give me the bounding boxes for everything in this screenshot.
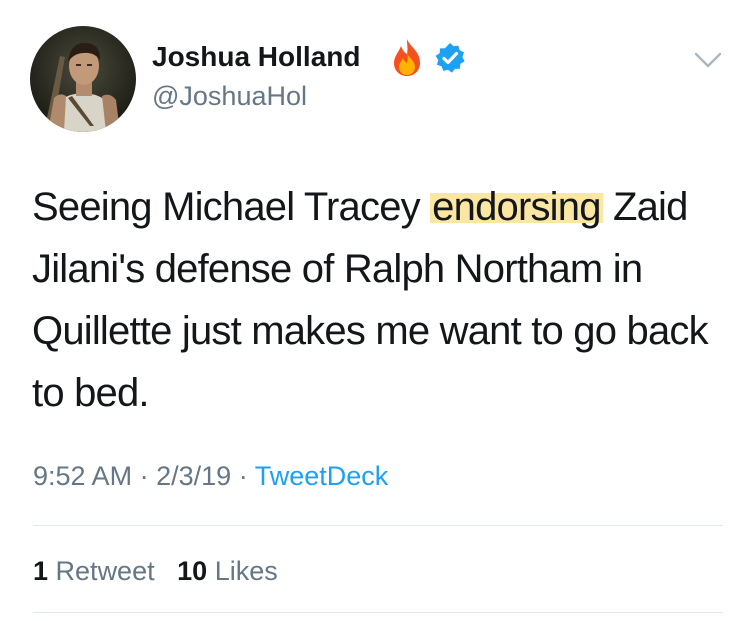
verified-badge-icon: [435, 43, 465, 73]
tweet-date[interactable]: 2/3/19: [156, 461, 231, 491]
divider: [33, 612, 723, 613]
fire-icon: [394, 39, 420, 76]
tweet-stats: 1 Retweet 10 Likes: [33, 553, 278, 589]
tweet-time[interactable]: 9:52 AM: [33, 461, 132, 491]
avatar-image: [30, 26, 136, 132]
avatar[interactable]: [30, 26, 136, 132]
chevron-down-icon[interactable]: [692, 48, 724, 72]
tweet-source-link[interactable]: TweetDeck: [255, 461, 389, 491]
tweet-metadata: 9:52 AM · 2/3/19 · TweetDeck: [33, 458, 388, 494]
highlighted-word: endorsing: [430, 185, 603, 229]
tweet-text: Seeing Michael Tracey endorsing Zaid Jil…: [32, 176, 732, 424]
retweets-stat[interactable]: 1 Retweet: [33, 556, 155, 586]
retweets-label: Retweet: [55, 556, 155, 586]
separator: ·: [238, 461, 248, 491]
tweet-text-part: Seeing Michael Tracey: [32, 185, 431, 229]
retweets-count: 1: [33, 556, 49, 586]
display-name[interactable]: Joshua Holland: [152, 40, 360, 74]
user-handle[interactable]: @JoshuaHol: [152, 80, 307, 112]
likes-stat[interactable]: 10 Likes: [177, 556, 278, 586]
separator: ·: [139, 461, 149, 491]
likes-count: 10: [177, 556, 208, 586]
likes-label: Likes: [214, 556, 278, 586]
divider: [33, 525, 723, 526]
